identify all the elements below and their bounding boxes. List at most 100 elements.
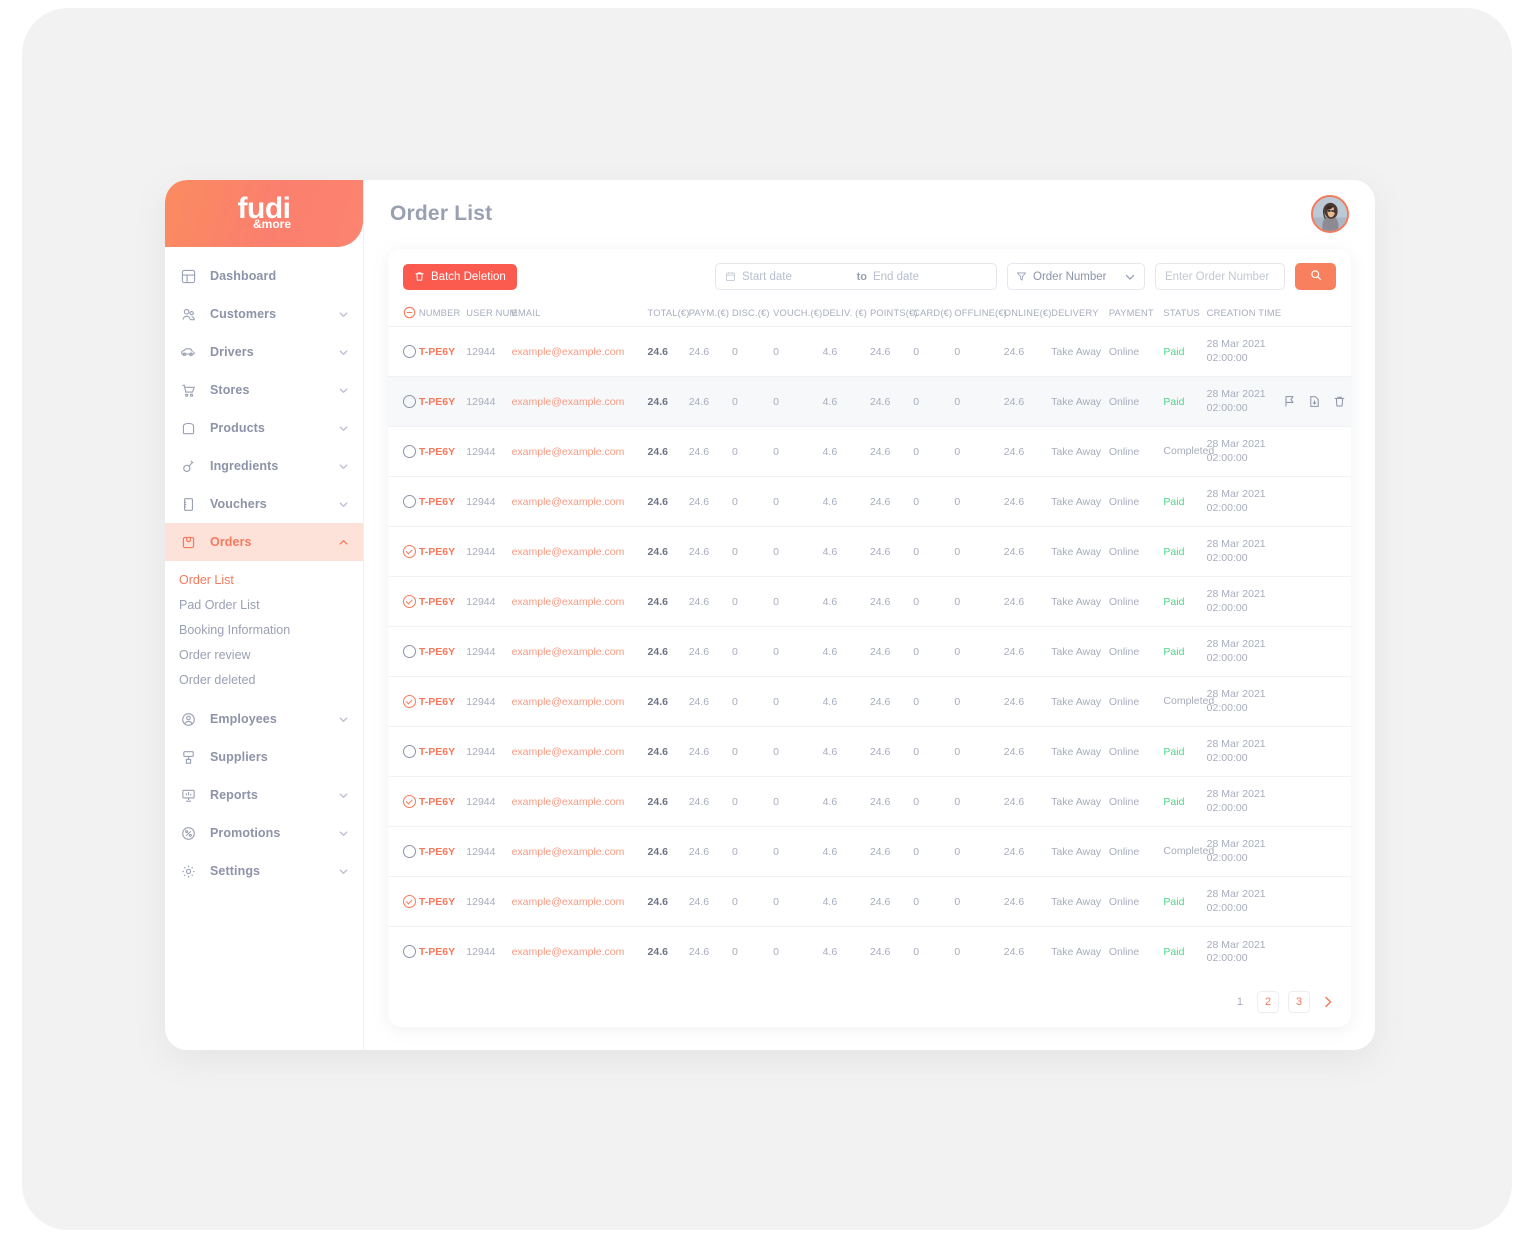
col-delivery[interactable]: DELIVERY <box>1051 300 1109 327</box>
col-points[interactable]: POINTS(€) <box>869 300 918 327</box>
row-checkbox[interactable] <box>403 445 416 458</box>
cell-email[interactable]: example@example.com <box>512 546 625 558</box>
chevron-down-icon[interactable] <box>338 347 349 358</box>
row-checkbox[interactable] <box>403 545 416 558</box>
col-offline[interactable]: OFFLINE(€) <box>954 300 1007 327</box>
sidebar-item-ingredients[interactable]: Ingredients <box>165 447 363 485</box>
pagination-next-button[interactable] <box>1319 995 1335 1009</box>
col-delivery-fee[interactable]: DELIV. (€) <box>822 300 870 327</box>
col-user-num[interactable]: USER NUM <box>466 300 517 327</box>
pagination-current-page[interactable]: 1 <box>1232 996 1248 1008</box>
chevron-down-icon[interactable] <box>338 866 349 877</box>
table-row[interactable]: T-PE6Y 12944 example@example.com 24.6 24… <box>388 826 1351 877</box>
submenu-item-booking-information[interactable]: Booking Information <box>165 617 363 642</box>
row-checkbox[interactable] <box>403 495 416 508</box>
chevron-down-icon[interactable] <box>338 461 349 472</box>
cell-email[interactable]: example@example.com <box>512 896 625 908</box>
table-row[interactable]: T-PE6Y 12944 example@example.com 24.6 24… <box>388 776 1351 827</box>
pagination-page-3[interactable]: 3 <box>1288 991 1310 1013</box>
sidebar-item-drivers[interactable]: Drivers <box>165 333 363 371</box>
chevron-up-icon[interactable] <box>338 537 349 548</box>
avatar[interactable] <box>1311 194 1349 233</box>
row-checkbox[interactable] <box>403 945 416 959</box>
batch-deletion-button[interactable]: Batch Deletion <box>403 263 517 290</box>
sidebar-item-reports[interactable]: Reports <box>165 776 363 814</box>
cell-number[interactable]: T-PE6Y <box>419 546 455 558</box>
sidebar-item-employees[interactable]: Employees <box>165 700 363 738</box>
row-checkbox[interactable] <box>403 745 416 758</box>
sidebar-item-settings[interactable]: Settings <box>165 852 363 890</box>
chevron-down-icon[interactable] <box>338 499 349 510</box>
cell-number[interactable]: T-PE6Y <box>419 646 455 658</box>
chevron-down-icon[interactable] <box>338 714 349 725</box>
flag-icon[interactable] <box>1283 395 1296 408</box>
search-input[interactable] <box>1155 263 1285 290</box>
row-checkbox[interactable] <box>403 695 416 708</box>
cell-email[interactable]: example@example.com <box>512 596 625 608</box>
cell-email[interactable]: example@example.com <box>512 396 625 408</box>
submenu-item-order-deleted[interactable]: Order deleted <box>165 667 363 692</box>
cell-number[interactable]: T-PE6Y <box>419 946 455 958</box>
col-email[interactable]: EMAIL <box>511 300 648 327</box>
sidebar-item-dashboard[interactable]: Dashboard <box>165 257 363 295</box>
sidebar-item-promotions[interactable]: Promotions <box>165 814 363 852</box>
deselect-all-icon[interactable] <box>403 306 416 319</box>
table-row[interactable]: T-PE6Y 12944 example@example.com 24.6 24… <box>388 576 1351 627</box>
cell-email[interactable]: example@example.com <box>512 346 625 358</box>
cell-number[interactable]: T-PE6Y <box>419 746 455 758</box>
table-row[interactable]: T-PE6Y 12944 example@example.com 24.6 24… <box>388 927 1351 977</box>
col-payment-amt[interactable]: PAYM.(€) <box>688 300 732 327</box>
table-row[interactable]: T-PE6Y 12944 example@example.com 24.6 24… <box>388 676 1351 727</box>
sidebar-item-orders[interactable]: Orders <box>165 523 363 561</box>
cell-number[interactable]: T-PE6Y <box>419 796 455 808</box>
chevron-down-icon[interactable] <box>338 385 349 396</box>
chevron-down-icon[interactable] <box>338 790 349 801</box>
cell-email[interactable]: example@example.com <box>512 496 625 508</box>
submenu-item-pad-order-list[interactable]: Pad Order List <box>165 592 363 617</box>
cell-number[interactable]: T-PE6Y <box>419 696 455 708</box>
sidebar-item-vouchers[interactable]: Vouchers <box>165 485 363 523</box>
cell-number[interactable]: T-PE6Y <box>419 446 455 458</box>
row-checkbox[interactable] <box>403 795 416 808</box>
table-row[interactable]: T-PE6Y 12944 example@example.com 24.6 24… <box>388 426 1351 477</box>
col-discount[interactable]: DISC.(€) <box>731 300 774 327</box>
row-checkbox[interactable] <box>403 345 416 358</box>
col-number[interactable]: NUMBER <box>418 300 467 327</box>
file-download-icon[interactable] <box>1308 395 1321 408</box>
sidebar-item-products[interactable]: Products <box>165 409 363 447</box>
cell-email[interactable]: example@example.com <box>512 796 625 808</box>
table-row[interactable]: T-PE6Y 12944 example@example.com 24.6 24… <box>388 876 1351 927</box>
chevron-down-icon[interactable] <box>338 309 349 320</box>
row-checkbox[interactable] <box>403 645 416 658</box>
cell-number[interactable]: T-PE6Y <box>419 396 455 408</box>
table-row[interactable]: T-PE6Y 12944 example@example.com 24.6 24… <box>388 476 1351 527</box>
cell-email[interactable]: example@example.com <box>512 746 625 758</box>
cell-number[interactable]: T-PE6Y <box>419 596 455 608</box>
table-row[interactable]: T-PE6Y 12944 example@example.com 24.6 24… <box>388 526 1351 577</box>
pagination-page-2[interactable]: 2 <box>1257 991 1279 1013</box>
chevron-down-icon[interactable] <box>338 423 349 434</box>
col-online[interactable]: ONLINE(€) <box>1003 300 1051 327</box>
submenu-item-order-review[interactable]: Order review <box>165 642 363 667</box>
row-checkbox[interactable] <box>403 895 416 908</box>
col-creation-time[interactable]: CREATION TIME <box>1206 300 1283 327</box>
cell-number[interactable]: T-PE6Y <box>419 846 455 858</box>
cell-number[interactable]: T-PE6Y <box>419 346 455 358</box>
row-select-cell[interactable] <box>388 376 419 427</box>
row-checkbox[interactable] <box>403 845 416 858</box>
submenu-item-order-list[interactable]: Order List <box>165 567 363 592</box>
cell-email[interactable]: example@example.com <box>512 696 625 708</box>
sidebar-item-customers[interactable]: Customers <box>165 295 363 333</box>
row-select-cell[interactable] <box>388 526 419 577</box>
cell-email[interactable]: example@example.com <box>512 646 625 658</box>
row-select-cell[interactable] <box>388 676 419 727</box>
trash-icon[interactable] <box>1333 395 1346 408</box>
row-checkbox[interactable] <box>403 595 416 608</box>
table-row[interactable]: T-PE6Y 12944 example@example.com 24.6 24… <box>388 376 1351 427</box>
cell-number[interactable]: T-PE6Y <box>419 496 455 508</box>
select-all-header[interactable] <box>388 300 419 327</box>
row-select-cell[interactable] <box>388 626 419 677</box>
date-range-picker[interactable]: Start date to End date <box>715 263 997 290</box>
sidebar-item-stores[interactable]: Stores <box>165 371 363 409</box>
row-select-cell[interactable] <box>388 927 419 977</box>
